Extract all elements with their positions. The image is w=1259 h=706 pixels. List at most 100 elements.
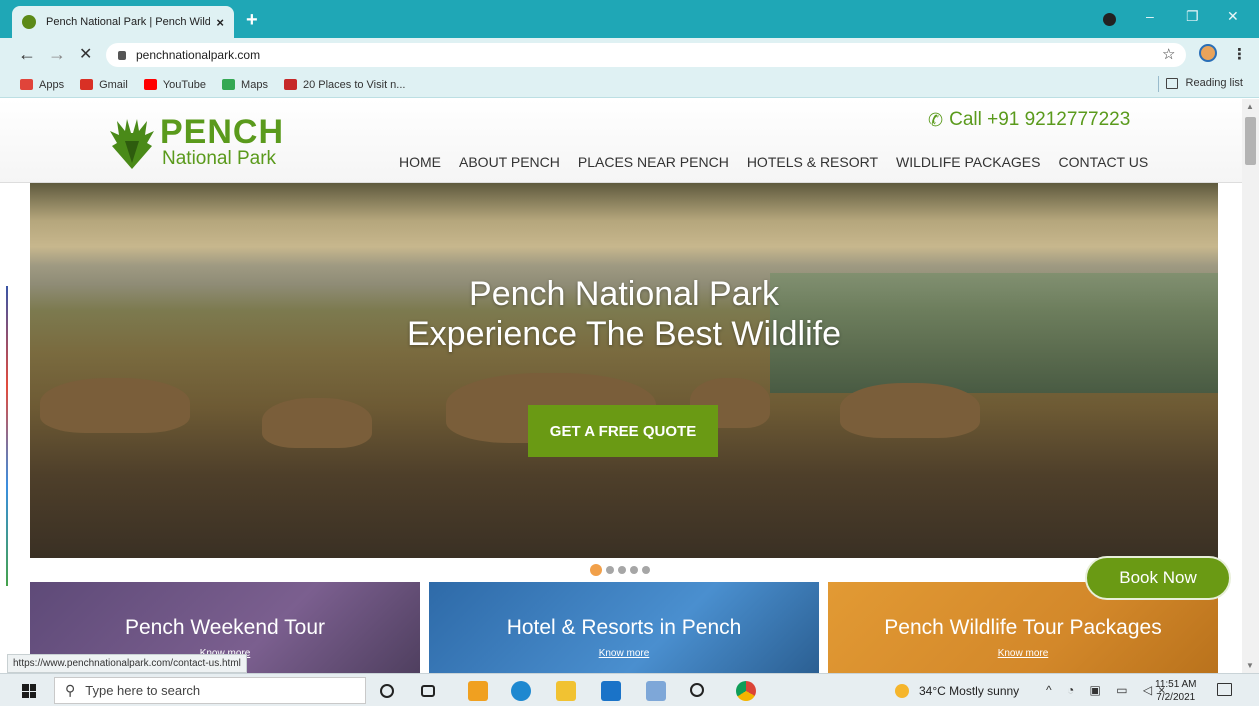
address-bar[interactable]: penchnationalpark.com — [106, 43, 1186, 67]
nav-about-pench[interactable]: ABOUT PENCH — [459, 154, 560, 170]
slider-dot[interactable] — [618, 566, 626, 574]
browser-toolbar: ← → ✕ penchnationalpark.com ☆ — [0, 38, 1259, 72]
weather-widget[interactable]: 34°C Mostly sunny — [895, 684, 1019, 698]
tab-title: Pench National Park | Pench Wild — [46, 16, 211, 28]
magnifier-icon[interactable] — [690, 683, 704, 697]
scroll-up-icon[interactable]: ▲ — [1246, 102, 1254, 111]
windows-start-icon[interactable] — [22, 684, 36, 698]
main-nav: HOME ABOUT PENCH PLACES NEAR PENCH HOTEL… — [399, 154, 1148, 170]
site-header: PENCH National Park ✆ Call +91 921277722… — [0, 99, 1242, 183]
know-more-link[interactable]: Know more — [828, 648, 1218, 659]
sun-icon — [895, 684, 909, 698]
weather-text: 34°C Mostly sunny — [919, 684, 1020, 698]
notepad-icon[interactable] — [646, 681, 666, 701]
chrome-icon[interactable] — [736, 681, 756, 701]
bookmark-label: Apps — [39, 78, 65, 91]
phone-icon: ✆ — [928, 109, 944, 130]
search-placeholder: Type here to search — [85, 683, 201, 698]
address-url: penchnationalpark.com — [136, 48, 261, 62]
profile-avatar[interactable] — [1199, 44, 1217, 62]
scrollbar-thumb[interactable] — [1245, 117, 1256, 165]
bookmark-maps[interactable]: Maps — [222, 79, 268, 91]
bookmarks-separator — [1158, 76, 1159, 92]
nav-contact-us[interactable]: CONTACT US — [1058, 154, 1148, 170]
taskbar-clock[interactable]: 11:51 AM 7/2/2021 — [1155, 678, 1197, 704]
deer-image — [840, 383, 980, 438]
bookmark-label: 20 Places to Visit n... — [302, 78, 406, 91]
bookmark-apps[interactable]: Apps — [20, 79, 64, 91]
call-text: Call +91 9212777223 — [949, 109, 1131, 130]
forward-button[interactable]: → — [48, 44, 66, 65]
nav-hotels-resort[interactable]: HOTELS & RESORT — [747, 154, 878, 170]
edge-icon[interactable] — [511, 681, 531, 701]
scroll-down-icon[interactable]: ▼ — [1246, 661, 1254, 670]
card-hotels-resorts[interactable]: Hotel & Resorts in Pench Know more — [429, 582, 819, 673]
nav-places-near-pench[interactable]: PLACES NEAR PENCH — [578, 154, 729, 170]
mail-icon[interactable] — [601, 681, 621, 701]
windows-taskbar: ⚲ Type here to search 34°C Mostly sunny … — [0, 673, 1259, 706]
know-more-link[interactable]: Know more — [429, 648, 819, 659]
cortana-icon[interactable] — [380, 684, 394, 698]
card-title: Pench Weekend Tour — [124, 616, 326, 639]
bookmark-label: Gmail — [99, 78, 128, 91]
reading-list-label: Reading list — [1185, 77, 1243, 89]
youtube-icon — [143, 79, 157, 90]
page-scrollbar[interactable]: ▲ ▼ — [1242, 99, 1259, 673]
bookmarks-bar: Apps Gmail YouTube Maps 20 Places to Vis… — [0, 72, 1259, 98]
close-window-button[interactable]: ✕ — [1227, 8, 1239, 25]
book-now-button[interactable]: Book Now — [1085, 556, 1231, 600]
new-tab-button[interactable]: + — [246, 9, 258, 32]
browser-tab[interactable]: Pench National Park | Pench Wild × — [12, 6, 234, 38]
file-explorer-icon[interactable] — [556, 681, 576, 701]
hero-title-line2: Experience The Best Wildlife — [406, 315, 841, 353]
search-icon: ⚲ — [65, 682, 76, 698]
reading-list-button[interactable]: Reading list — [1165, 77, 1243, 89]
back-button[interactable]: ← — [18, 44, 36, 65]
deer-image — [262, 398, 372, 448]
nav-home[interactable]: HOME — [399, 154, 441, 170]
slider-dot[interactable] — [630, 566, 638, 574]
screen: Pench National Park | Pench Wild × + – ❐… — [0, 0, 1259, 706]
card-title: Pench Wildlife Tour Packages — [884, 616, 1162, 639]
edge-decoration — [6, 286, 8, 586]
notifications-icon[interactable] — [1217, 683, 1232, 696]
maps-icon — [222, 79, 236, 90]
bookmark-places[interactable]: 20 Places to Visit n... — [283, 78, 406, 91]
slider-dot-active[interactable] — [590, 564, 602, 576]
nav-wildlife-packages[interactable]: WILDLIFE PACKAGES — [896, 154, 1040, 170]
logo-subtitle[interactable]: National Park — [162, 148, 276, 170]
deer-image — [40, 378, 190, 433]
system-tray-icons[interactable]: ^ ◔ ▣ ▭ ◁× — [1046, 683, 1171, 697]
get-free-quote-button[interactable]: GET A FREE QUOTE — [528, 405, 718, 457]
maximize-button[interactable]: ❐ — [1186, 8, 1199, 25]
call-link[interactable]: ✆ Call +91 9212777223 — [928, 109, 1130, 131]
browser-titlebar: Pench National Park | Pench Wild × + – ❐… — [0, 0, 1259, 38]
slider-dot[interactable] — [642, 566, 650, 574]
bookmark-youtube[interactable]: YouTube — [143, 78, 207, 91]
bookmark-label: Maps — [241, 78, 268, 91]
logo-title[interactable]: PENCH — [160, 113, 284, 152]
hero-title-line1: Pench National Park — [469, 275, 779, 313]
site-favicon-icon — [22, 15, 36, 29]
minimize-button[interactable]: – — [1146, 8, 1154, 24]
taskbar-search-input[interactable]: ⚲ Type here to search — [54, 677, 366, 704]
sublime-icon[interactable] — [468, 681, 488, 701]
task-view-icon[interactable] — [421, 685, 435, 697]
bookmark-star-icon[interactable]: ☆ — [1162, 45, 1175, 63]
browser-menu-button[interactable]: ⋮ — [1232, 45, 1247, 63]
lock-icon — [118, 50, 126, 60]
bookmark-label: YouTube — [162, 78, 207, 91]
apps-grid-icon — [20, 79, 33, 90]
bookmark-gmail[interactable]: Gmail — [80, 79, 128, 91]
deer-logo-icon[interactable] — [107, 111, 157, 169]
slider-dot[interactable] — [606, 566, 614, 574]
slider-dots — [590, 564, 650, 576]
media-indicator-icon[interactable] — [1103, 13, 1116, 26]
hero-banner: Pench National Park Experience The Best … — [30, 183, 1218, 558]
site-icon — [283, 79, 297, 90]
tab-close-icon[interactable]: × — [216, 15, 224, 30]
reading-list-icon — [1165, 77, 1178, 89]
stop-button[interactable]: ✕ — [79, 44, 92, 64]
clock-time: 11:51 AM — [1155, 679, 1197, 690]
card-title: Hotel & Resorts in Pench — [506, 616, 742, 639]
